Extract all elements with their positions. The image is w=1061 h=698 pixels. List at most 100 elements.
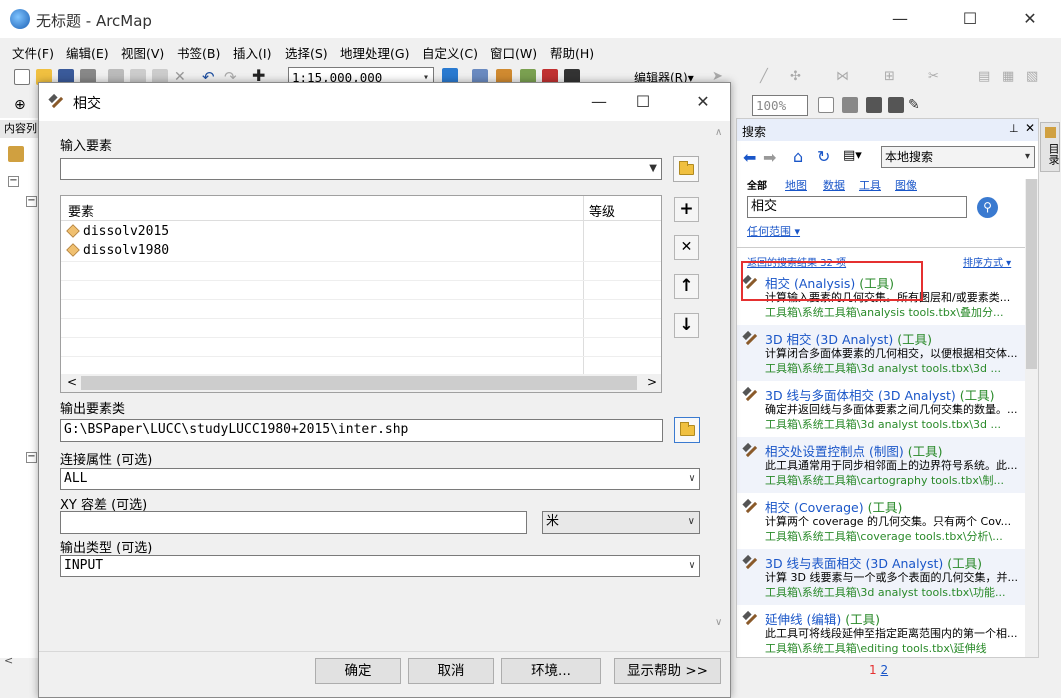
sort-by-link[interactable]: 排序方式 ▾ <box>963 254 1011 269</box>
refresh-icon[interactable]: ↻ <box>817 147 830 166</box>
environments-button[interactable]: 环境... <box>501 658 601 684</box>
menu-windows[interactable]: 窗口(W) <box>490 43 537 62</box>
minimize-button[interactable]: — <box>880 6 920 32</box>
feature-name: dissolv1980 <box>83 243 170 258</box>
fixed-zoom-icon[interactable] <box>842 97 858 113</box>
zoom-percent-combo[interactable]: 100% <box>752 95 808 116</box>
list-item[interactable]: 3D 线与多面体相交 (3D Analyst) (工具) 确定并返回线与多面体要… <box>737 381 1025 437</box>
tab-all[interactable]: 全部 <box>747 177 767 192</box>
any-extent-link[interactable]: 任何范围 ▾ <box>747 223 800 239</box>
cancel-button[interactable]: 取消 <box>408 658 494 684</box>
straight-segment-icon: ╱ <box>760 69 768 84</box>
scroll-right-icon[interactable]: > <box>647 375 657 389</box>
search-panel-header: 搜索 ⊥ ✕ <box>737 119 1038 141</box>
list-item[interactable]: 3D 相交 (3D Analyst) (工具) 计算闭合多面体要素的几何相交，以… <box>737 325 1025 381</box>
page-layout-icon[interactable] <box>818 97 834 113</box>
dialog-maximize-button[interactable]: ☐ <box>623 89 663 115</box>
list-by-drawing-order-icon[interactable] <box>8 146 24 162</box>
tab-images[interactable]: 图像 <box>895 177 917 193</box>
search-scope-select[interactable]: 本地搜索 ▾ <box>881 146 1035 168</box>
tab-tools[interactable]: 工具 <box>859 177 881 193</box>
binoculars-2-icon[interactable] <box>888 97 904 113</box>
join-attributes-select[interactable]: ALL ∨ <box>60 468 700 490</box>
xy-unit-select[interactable]: 米 ∨ <box>542 511 700 534</box>
hammer-icon <box>743 387 759 403</box>
table-of-contents-panel: 内容列 − − − < <box>0 118 40 667</box>
tab-data[interactable]: 数据 <box>823 177 845 193</box>
output-type-select[interactable]: INPUT ∨ <box>60 555 700 577</box>
input-features-combo[interactable]: ▼ <box>60 158 662 180</box>
horizontal-scrollbar[interactable]: < > <box>61 374 661 392</box>
result-description: 此工具可将线段延伸至指定距离范围内的第一个相... <box>765 627 1018 640</box>
menu-file[interactable]: 文件(F) <box>12 43 54 62</box>
table-row[interactable]: dissolv1980 <box>65 242 585 260</box>
collapse-icon[interactable]: − <box>8 176 19 187</box>
collapse-icon[interactable]: − <box>26 196 37 207</box>
table-row[interactable]: dissolv2015 <box>65 223 585 241</box>
pin-icon[interactable]: ⊥ <box>1009 122 1019 135</box>
close-panel-icon[interactable]: ✕ <box>1025 121 1035 135</box>
chevron-down-icon: ∨ <box>688 473 695 484</box>
menu-geoprocessing[interactable]: 地理处理(G) <box>340 43 409 62</box>
hammer-icon <box>49 94 65 110</box>
dialog-close-button[interactable]: ✕ <box>683 89 723 115</box>
list-item[interactable]: 延伸线 (编辑) (工具) 此工具可将线段延伸至指定距离范围内的第一个相... … <box>737 605 1025 655</box>
add-row-button[interactable]: + <box>674 197 699 222</box>
scrollbar-thumb[interactable] <box>81 376 637 390</box>
menu-view[interactable]: 视图(V) <box>121 43 164 62</box>
show-help-button[interactable]: 显示帮助 >> <box>614 658 721 684</box>
back-arrow-icon[interactable]: ⬅ <box>743 148 756 167</box>
move-up-button[interactable]: ↑ <box>674 274 699 299</box>
collapse-icon[interactable]: − <box>26 452 37 463</box>
scroll-up-icon[interactable]: ∧ <box>715 127 722 138</box>
tab-maps[interactable]: 地图 <box>785 177 807 193</box>
window-title: 无标题 - ArcMap <box>36 12 152 30</box>
folder-open-icon <box>680 422 695 436</box>
menu-edit[interactable]: 编辑(E) <box>66 43 109 62</box>
column-header-rank: 等级 <box>589 205 616 220</box>
ok-button[interactable]: 确定 <box>315 658 401 684</box>
forward-arrow-icon[interactable]: ➡ <box>763 148 776 167</box>
catalog-side-tab[interactable]: 目录 <box>1040 122 1060 172</box>
list-item[interactable]: 相交 (Coverage) (工具) 计算两个 coverage 的几何交集。只… <box>737 493 1025 549</box>
cut-polygon-icon: ✂ <box>928 69 939 84</box>
menu-selection[interactable]: 选择(S) <box>285 43 328 62</box>
arcmap-logo-icon <box>10 9 30 29</box>
move-down-button[interactable]: ↓ <box>674 313 699 338</box>
binoculars-icon[interactable] <box>866 97 882 113</box>
scroll-left-icon[interactable]: < <box>67 375 77 389</box>
home-icon[interactable]: ⌂ <box>793 147 803 166</box>
folder-open-icon <box>679 161 694 175</box>
remove-row-button[interactable]: ✕ <box>674 235 699 260</box>
results-scrollbar[interactable] <box>1025 179 1038 657</box>
menu-insert[interactable]: 插入(I) <box>233 43 271 62</box>
search-input[interactable]: 相交 <box>747 196 967 218</box>
scroll-left-icon[interactable]: < <box>4 654 13 667</box>
dialog-vertical-scrollbar[interactable]: ∧ ∨ <box>711 123 729 651</box>
menu-bookmarks[interactable]: 书签(B) <box>177 43 220 62</box>
dialog-minimize-button[interactable]: — <box>579 89 619 115</box>
menu-help[interactable]: 帮助(H) <box>550 43 594 62</box>
hammer-icon <box>743 611 759 627</box>
search-icon[interactable]: ⚲ <box>977 197 998 218</box>
new-document-icon[interactable] <box>14 69 30 85</box>
scrollbar-thumb[interactable] <box>1026 179 1037 369</box>
feature-name: dissolv2015 <box>83 224 170 239</box>
page-2[interactable]: 2 <box>880 663 888 677</box>
divider <box>737 247 1028 248</box>
scroll-down-icon[interactable]: ∨ <box>715 617 722 628</box>
view-options-icon[interactable]: ▤▾ <box>843 148 862 163</box>
list-item[interactable]: 3D 线与表面相交 (3D Analyst) (工具) 计算 3D 线要素与一个… <box>737 549 1025 605</box>
pencil-icon[interactable]: ✎ <box>908 97 924 113</box>
close-button[interactable]: ✕ <box>1010 6 1050 32</box>
output-feature-class-input[interactable]: G:\BSPaper\LUCC\studyLUCC1980+2015\inter… <box>60 419 663 442</box>
join-attributes-label: 连接属性 (可选) <box>60 453 153 468</box>
page-1[interactable]: 1 <box>869 663 877 677</box>
maximize-button[interactable]: ☐ <box>950 6 990 32</box>
xy-tolerance-input[interactable] <box>60 511 527 534</box>
browse-input-button[interactable] <box>673 156 699 182</box>
browse-output-button[interactable] <box>674 417 700 443</box>
zoom-in-icon[interactable]: ⊕ <box>14 97 30 113</box>
menu-customize[interactable]: 自定义(C) <box>422 43 478 62</box>
list-item[interactable]: 相交处设置控制点 (制图) (工具) 此工具通常用于同步相邻面上的边界符号系统。… <box>737 437 1025 493</box>
